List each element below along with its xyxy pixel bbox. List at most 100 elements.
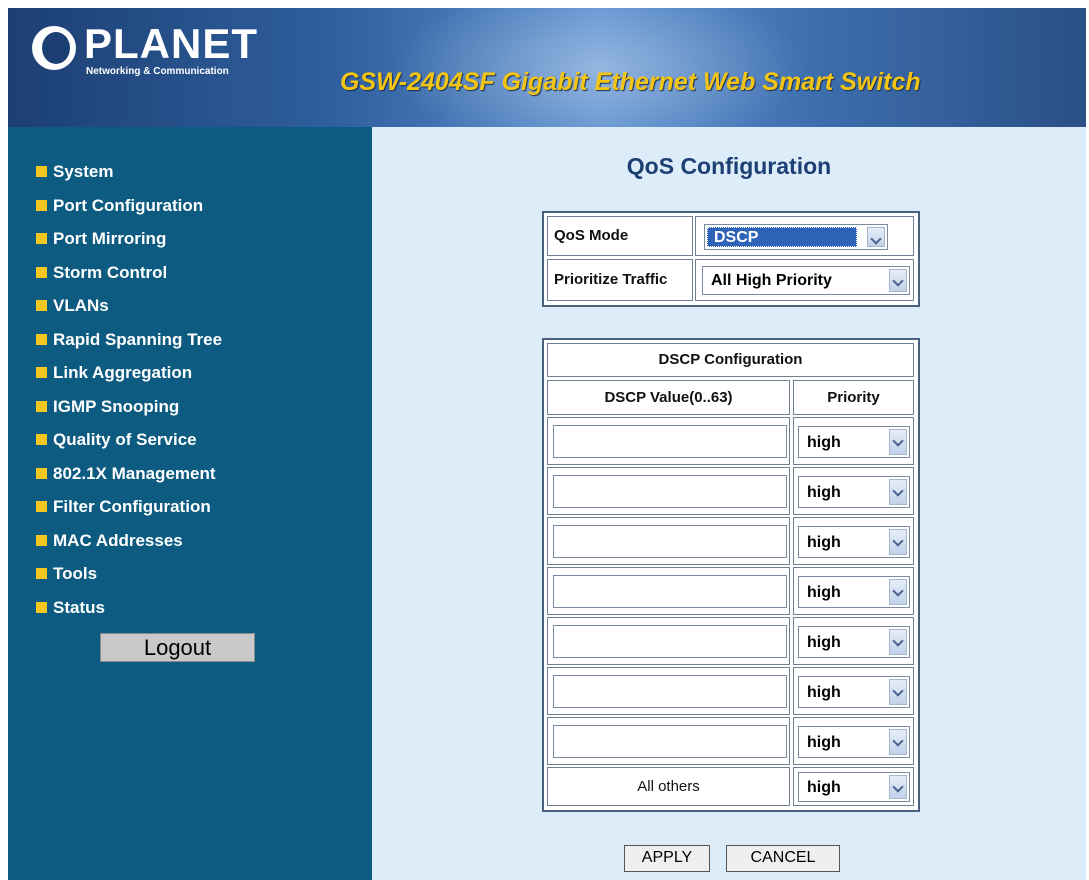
sidebar-item-filter-configuration[interactable]: Filter Configuration bbox=[36, 492, 222, 526]
qos-mode-label: QoS Mode bbox=[554, 227, 629, 244]
chevron-down-icon bbox=[889, 679, 907, 705]
dscp-priority-value: high bbox=[807, 734, 841, 751]
dscp-col-value-header: DSCP Value(0..63) bbox=[547, 380, 790, 415]
dscp-priority-cell: high bbox=[793, 467, 914, 515]
dscp-title-cell: DSCP Configuration bbox=[547, 343, 914, 377]
dscp-table: DSCP Configuration DSCP Value(0..63) Pri… bbox=[542, 338, 920, 812]
qos-mode-value-text: DSCP bbox=[714, 229, 759, 246]
all-others-priority-select[interactable]: high bbox=[798, 772, 910, 802]
sidebar-item-rapid-spanning-tree[interactable]: Rapid Spanning Tree bbox=[36, 325, 222, 359]
dscp-priority-select[interactable]: high bbox=[798, 576, 910, 608]
logo-tagline: Networking & Communication bbox=[86, 66, 229, 77]
dscp-priority-select[interactable]: high bbox=[798, 526, 910, 558]
chevron-down-icon bbox=[889, 529, 907, 555]
dscp-priority-select[interactable]: high bbox=[798, 476, 910, 508]
dscp-priority-cell: high bbox=[793, 417, 914, 465]
logo-brand: PLANET bbox=[84, 20, 258, 67]
sidebar-item-label: Quality of Service bbox=[53, 430, 197, 449]
qos-mode-select[interactable]: DSCP bbox=[704, 224, 888, 250]
dscp-value-input[interactable] bbox=[553, 525, 787, 558]
all-others-priority-cell: high bbox=[793, 767, 914, 806]
dscp-priority-cell: high bbox=[793, 567, 914, 615]
prioritize-traffic-label-cell: Prioritize Traffic bbox=[547, 259, 693, 301]
dscp-value-input[interactable] bbox=[553, 625, 787, 658]
bullet-icon bbox=[36, 568, 47, 579]
sidebar-item-label: 802.1X Management bbox=[53, 463, 216, 483]
bullet-icon bbox=[36, 434, 47, 445]
dscp-col-priority-label: Priority bbox=[827, 389, 880, 406]
bullet-icon bbox=[36, 534, 47, 546]
dscp-col-value-label: DSCP Value(0..63) bbox=[604, 389, 733, 406]
sidebar-item-system[interactable]: System bbox=[36, 157, 222, 191]
sidebar-item-port-mirroring[interactable]: Port Mirroring bbox=[36, 224, 222, 258]
dscp-value-input[interactable] bbox=[553, 675, 787, 708]
sidebar-item-label: Status bbox=[53, 597, 105, 617]
dscp-value-input[interactable] bbox=[553, 475, 787, 508]
sidebar-item-label: Port Mirroring bbox=[53, 229, 167, 248]
chevron-down-icon bbox=[867, 227, 885, 247]
main-content: QoS Configuration QoS Mode DSCP Prioriti… bbox=[372, 127, 1086, 880]
sidebar-item-label: Rapid Spanning Tree bbox=[53, 329, 223, 349]
sidebar-item-label: Tools bbox=[53, 564, 98, 583]
bullet-icon bbox=[36, 199, 47, 211]
planet-logo: PLANET Networking & Communication bbox=[28, 22, 258, 82]
sidebar-item-mac-addresses[interactable]: MAC Addresses bbox=[36, 526, 222, 560]
dscp-value-input[interactable] bbox=[553, 425, 787, 458]
dscp-priority-value: high bbox=[807, 634, 841, 651]
sidebar-item-tools[interactable]: Tools bbox=[36, 559, 222, 593]
logout-button[interactable]: Logout bbox=[100, 633, 255, 662]
sidebar-item-802-1x-management[interactable]: 802.1X Management bbox=[36, 459, 222, 493]
sidebar-item-label: Port Configuration bbox=[53, 195, 204, 215]
product-title: GSW-2404SF Gigabit Ethernet Web Smart Sw… bbox=[340, 68, 921, 96]
dscp-value-input[interactable] bbox=[553, 725, 787, 758]
cancel-button[interactable]: CANCEL bbox=[726, 845, 840, 872]
chevron-down-icon bbox=[889, 775, 907, 799]
apply-button[interactable]: APPLY bbox=[624, 845, 710, 872]
page-title: QoS Configuration bbox=[626, 153, 832, 179]
bullet-icon bbox=[36, 400, 47, 412]
dscp-priority-value: high bbox=[807, 584, 841, 601]
all-others-cell: All others bbox=[547, 767, 790, 806]
sidebar-item-quality-of-service[interactable]: Quality of Service bbox=[36, 425, 222, 459]
bullet-icon bbox=[36, 467, 47, 479]
dscp-value-cell bbox=[547, 617, 790, 665]
sidebar-item-status[interactable]: Status bbox=[36, 593, 222, 627]
dscp-col-priority-header: Priority bbox=[793, 380, 914, 415]
sidebar-item-link-aggregation[interactable]: Link Aggregation bbox=[36, 358, 222, 392]
sidebar-item-label: VLANs bbox=[53, 296, 109, 315]
dscp-value-cell bbox=[547, 567, 790, 615]
dscp-priority-select[interactable]: high bbox=[798, 726, 910, 758]
logo-circle-icon bbox=[32, 26, 76, 70]
dscp-priority-select[interactable]: high bbox=[798, 426, 910, 458]
dscp-value-cell bbox=[547, 517, 790, 565]
chevron-down-icon bbox=[889, 729, 907, 755]
qos-mode-label-cell: QoS Mode bbox=[547, 216, 693, 256]
sidebar-menu: System Port Configuration Port Mirroring… bbox=[36, 157, 222, 626]
dscp-priority-value: high bbox=[807, 534, 841, 551]
dscp-value-cell bbox=[547, 667, 790, 715]
sidebar-item-label: Filter Configuration bbox=[53, 497, 211, 516]
dscp-value-cell bbox=[547, 417, 790, 465]
prioritize-traffic-select[interactable]: All High Priority bbox=[702, 266, 910, 295]
bullet-icon bbox=[36, 233, 47, 244]
header-banner: PLANET Networking & Communication GSW-24… bbox=[8, 8, 1086, 127]
bullet-icon bbox=[36, 367, 47, 378]
sidebar-item-label: System bbox=[53, 162, 114, 181]
sidebar-item-label: Link Aggregation bbox=[53, 363, 193, 382]
sidebar-item-storm-control[interactable]: Storm Control bbox=[36, 258, 222, 292]
bullet-icon bbox=[36, 333, 47, 345]
qos-mode-select-value: DSCP bbox=[707, 227, 857, 247]
dscp-priority-select[interactable]: high bbox=[798, 676, 910, 708]
sidebar-item-label: IGMP Snooping bbox=[53, 396, 180, 416]
dscp-priority-cell: high bbox=[793, 617, 914, 665]
sidebar: System Port Configuration Port Mirroring… bbox=[8, 127, 372, 880]
dscp-priority-value: high bbox=[807, 484, 841, 501]
chevron-down-icon bbox=[889, 269, 907, 292]
dscp-priority-select[interactable]: high bbox=[798, 626, 910, 658]
prioritize-traffic-label: Prioritize Traffic bbox=[554, 271, 668, 288]
sidebar-item-igmp-snooping[interactable]: IGMP Snooping bbox=[36, 392, 222, 426]
sidebar-item-vlans[interactable]: VLANs bbox=[36, 291, 222, 325]
dscp-value-input[interactable] bbox=[553, 575, 787, 608]
all-others-label: All others bbox=[637, 778, 700, 795]
sidebar-item-port-configuration[interactable]: Port Configuration bbox=[36, 191, 222, 225]
